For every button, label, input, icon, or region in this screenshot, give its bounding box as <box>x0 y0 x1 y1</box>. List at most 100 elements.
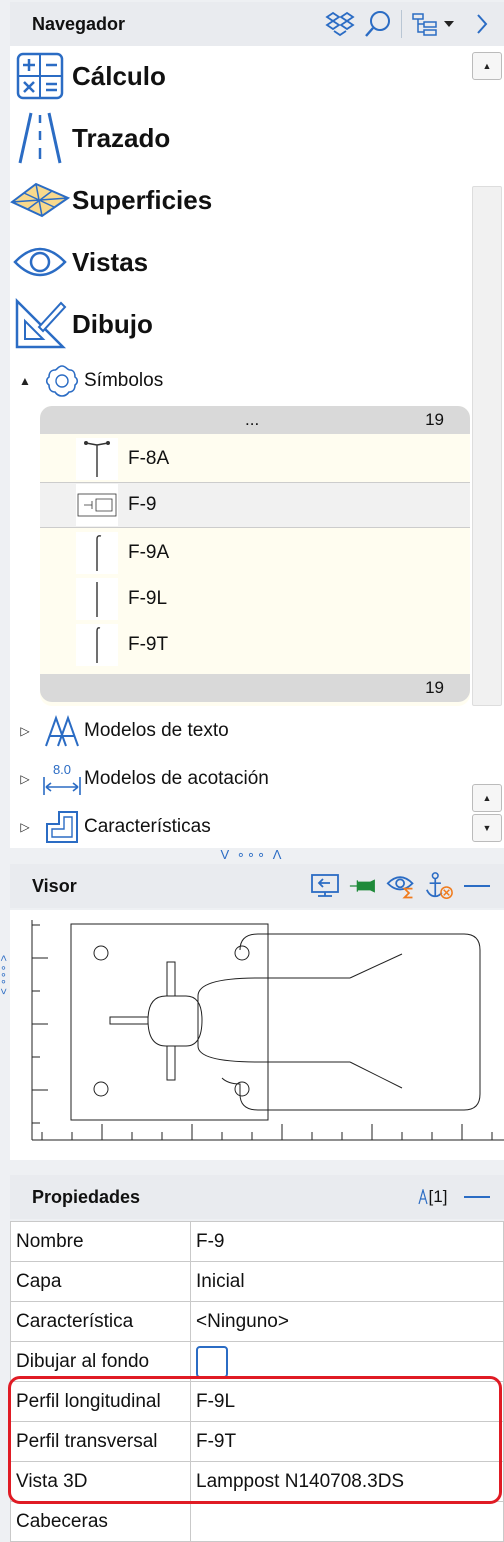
property-value[interactable]: Lamppost N140708.3DS <box>190 1461 504 1502</box>
tree-node-caracteristicas[interactable]: ▷ Características <box>10 807 211 847</box>
property-value[interactable]: Inicial <box>190 1261 504 1302</box>
selection-count[interactable]: [1] <box>410 1182 454 1212</box>
tree-node-label: Modelos de acotación <box>84 768 269 789</box>
symbol-item-label: F-9A <box>128 542 170 563</box>
category-dibujo[interactable]: Dibujo <box>10 294 153 354</box>
property-value[interactable] <box>190 1501 504 1542</box>
properties-title: Propiedades <box>32 1186 141 1207</box>
property-row-perfil-longitudinal[interactable]: Perfil longitudinal F-9L <box>10 1381 504 1422</box>
category-label: Dibujo <box>72 308 153 339</box>
property-key: Dibujar al fondo <box>10 1341 191 1382</box>
scrollbar-track[interactable] <box>470 86 504 776</box>
property-key: Perfil transversal <box>10 1421 191 1462</box>
navigator-tree: Cálculo Trazado Superficies Vistas Dibuj… <box>10 46 470 848</box>
property-value[interactable]: F-9T <box>190 1421 504 1462</box>
property-row-cabeceras[interactable]: Cabeceras <box>10 1501 504 1542</box>
header-separator <box>401 10 402 38</box>
scroll-up-button-lower[interactable]: ▲ <box>472 784 502 812</box>
search-icon[interactable] <box>363 9 393 39</box>
lamppost-side-icon <box>76 532 118 574</box>
selection-count-label: [1] <box>428 1187 448 1206</box>
side-resize-grip[interactable]: < ∘∘∘ > <box>0 940 10 1010</box>
symbols-icon <box>40 364 84 398</box>
minimize-icon[interactable] <box>462 871 492 901</box>
property-row-vista-3d[interactable]: Vista 3D Lamppost N140708.3DS <box>10 1461 504 1502</box>
symbol-item-label: F-9L <box>128 588 168 609</box>
symbol-item-f-9l[interactable]: F-9L <box>40 576 470 622</box>
text-model-icon <box>40 714 84 748</box>
category-label: Superficies <box>72 184 213 215</box>
expand-toggle-icon[interactable]: ▷ <box>10 820 40 834</box>
tree-node-modelos-acotacion[interactable]: ▷ 8.0 Modelos de acotación <box>10 759 269 799</box>
property-value[interactable]: F-9L <box>190 1381 504 1422</box>
scroll-up-button[interactable]: ▲ <box>472 52 502 80</box>
property-row-perfil-transversal[interactable]: Perfil transversal F-9T <box>10 1421 504 1462</box>
symbol-item-label: F-8A <box>128 448 170 469</box>
road-icon <box>10 111 70 165</box>
property-value-checkbox-cell <box>190 1341 504 1382</box>
property-key: Vista 3D <box>10 1461 191 1502</box>
draw-background-checkbox[interactable] <box>196 1345 228 1378</box>
lamppost-transverse-icon <box>76 624 118 666</box>
scroll-down-button[interactable]: ▼ <box>472 814 502 842</box>
dropbox-icon[interactable] <box>325 9 355 39</box>
anchor-remove-icon[interactable] <box>424 871 454 901</box>
symbols-footer-count: 19 <box>425 678 444 697</box>
dimension-icon: 8.0 <box>40 761 84 797</box>
visor-canvas[interactable] <box>10 910 504 1160</box>
symbol-item-f-8a[interactable]: F-8A <box>40 436 470 482</box>
panel-resize-grip[interactable]: V ∘∘∘ Λ <box>0 847 504 862</box>
symbols-list-header[interactable]: ... 19 <box>40 406 470 434</box>
selection-icon <box>417 1189 428 1205</box>
category-trazado[interactable]: Trazado <box>10 108 170 168</box>
calculator-icon <box>10 49 70 103</box>
pin-icon[interactable] <box>348 871 378 901</box>
feature-icon <box>40 810 84 844</box>
category-vistas[interactable]: Vistas <box>10 232 148 292</box>
property-key: Característica <box>10 1301 191 1342</box>
tree-node-label: Características <box>84 816 211 837</box>
category-label: Cálculo <box>72 60 166 91</box>
property-key: Nombre <box>10 1221 191 1262</box>
navigator-scrollbar[interactable]: ▲ ▲ ▼ <box>470 46 504 848</box>
property-value[interactable]: F-9 <box>190 1221 504 1262</box>
properties-header: Propiedades [1] <box>10 1175 504 1219</box>
navigator-header: Navegador <box>10 2 504 46</box>
property-row-caracteristica[interactable]: Característica <Ninguno> <box>10 1301 504 1342</box>
property-value[interactable]: <Ninguno> <box>190 1301 504 1342</box>
tree-node-label: Símbolos <box>84 370 164 391</box>
expand-toggle-icon[interactable]: ▷ <box>10 772 40 786</box>
symbol-item-f-9t[interactable]: F-9T <box>40 622 470 668</box>
drawing-icon <box>10 297 70 351</box>
category-superficies[interactable]: Superficies <box>10 170 212 230</box>
property-row-dibujar-al-fondo[interactable]: Dibujar al fondo <box>10 1341 504 1382</box>
symbol-item-label: F-9 <box>128 494 157 515</box>
symbol-preview-drawing <box>31 920 504 1141</box>
symbol-item-f-9a[interactable]: F-9A <box>40 530 470 576</box>
symbol-item-label: F-9T <box>128 634 169 655</box>
scrollbar-thumb[interactable] <box>472 186 502 706</box>
lamppost-profile-icon <box>76 578 118 620</box>
surface-icon <box>10 173 70 227</box>
property-row-capa[interactable]: Capa Inicial <box>10 1261 504 1302</box>
chevron-right-icon[interactable] <box>472 9 492 39</box>
expand-toggle-icon[interactable]: ▷ <box>10 724 40 738</box>
symbol-item-f-9[interactable]: F-9 <box>40 482 470 528</box>
tree-node-label: Modelos de texto <box>84 720 229 741</box>
symbols-list-ellipsis: ... <box>245 410 260 429</box>
insert-to-drawing-icon[interactable] <box>310 871 340 901</box>
property-key: Capa <box>10 1261 191 1302</box>
tree-node-simbolos[interactable]: ▲ Símbolos <box>10 361 163 401</box>
minimize-icon[interactable] <box>462 1182 492 1212</box>
property-key: Perfil longitudinal <box>10 1381 191 1422</box>
property-row-nombre[interactable]: Nombre F-9 <box>10 1221 504 1262</box>
category-label: Trazado <box>72 122 171 153</box>
eye-sum-icon[interactable] <box>386 871 416 901</box>
tree-view-dropdown-icon[interactable] <box>410 9 464 39</box>
tree-node-modelos-texto[interactable]: ▷ Modelos de texto <box>10 711 229 751</box>
collapse-toggle-icon[interactable]: ▲ <box>10 374 40 388</box>
symbols-list-footer[interactable]: 19 <box>40 674 470 702</box>
category-calculo[interactable]: Cálculo <box>10 46 166 106</box>
properties-table: Nombre F-9 Capa Inicial Característica <… <box>10 1221 504 1542</box>
symbols-count: 19 <box>425 410 444 429</box>
